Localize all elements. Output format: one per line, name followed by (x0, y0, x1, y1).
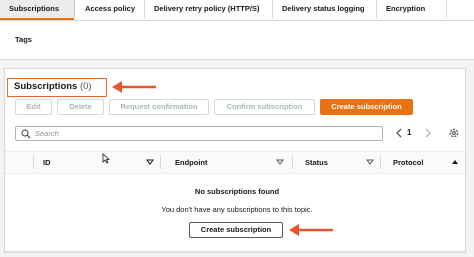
subscription-count: (0) (79, 81, 92, 92)
annotation-arrow-left-icon (289, 224, 333, 236)
sort-down-icon[interactable] (146, 158, 154, 166)
confirm-subscription-button[interactable]: Confirm subscription (214, 99, 315, 115)
create-subscription-button[interactable]: Create subscription (320, 99, 413, 115)
column-separator (292, 155, 293, 169)
column-separator (160, 155, 161, 169)
tab-separator (446, 0, 447, 18)
chevron-left-icon[interactable] (394, 127, 404, 139)
search-icon (21, 129, 31, 139)
tab-encryption[interactable]: Encryption (377, 0, 434, 18)
column-header-protocol[interactable]: Protocol (393, 158, 423, 167)
request-confirmation-button[interactable]: Request confirmation (109, 99, 209, 115)
tab-tags[interactable]: Tags (6, 31, 41, 49)
gear-icon[interactable] (448, 127, 460, 139)
tab-delivery-retry-policy[interactable]: Delivery retry policy (HTTP/S) (145, 0, 268, 18)
sort-up-icon[interactable] (451, 158, 459, 166)
tab-subscriptions[interactable]: Subscriptions (0, 0, 75, 20)
edit-button[interactable]: Edit (15, 99, 52, 115)
tab-row-divider (0, 20, 474, 21)
search-placeholder: Search (35, 129, 59, 138)
empty-create-subscription-button[interactable]: Create subscription (189, 222, 283, 238)
panel-title-label: Subscriptions (14, 81, 78, 92)
sort-down-icon[interactable] (276, 158, 284, 166)
empty-state-title: No subscriptions found (194, 187, 280, 196)
column-header-status[interactable]: Status (305, 158, 328, 167)
column-separator (33, 155, 34, 169)
delete-button[interactable]: Delete (57, 99, 104, 115)
annotation-arrow-left-icon (112, 81, 156, 93)
chevron-right-icon[interactable] (423, 127, 433, 139)
mouse-cursor-icon (102, 153, 110, 164)
panel-title: Subscriptions (0) (14, 81, 92, 92)
sort-down-icon[interactable] (366, 158, 374, 166)
tab-access-policy[interactable]: Access policy (76, 0, 144, 18)
current-page-number[interactable]: 1 (407, 128, 411, 137)
column-header-endpoint[interactable]: Endpoint (175, 158, 208, 167)
column-separator (380, 155, 381, 169)
column-header-id[interactable]: ID (43, 158, 51, 167)
search-input[interactable]: Search (15, 126, 383, 141)
tab-bar: Subscriptions Access policy Delivery ret… (0, 0, 474, 60)
tab-delivery-status-logging[interactable]: Delivery status logging (273, 0, 374, 18)
empty-state-description: You don't have any subscriptions to this… (161, 205, 313, 214)
